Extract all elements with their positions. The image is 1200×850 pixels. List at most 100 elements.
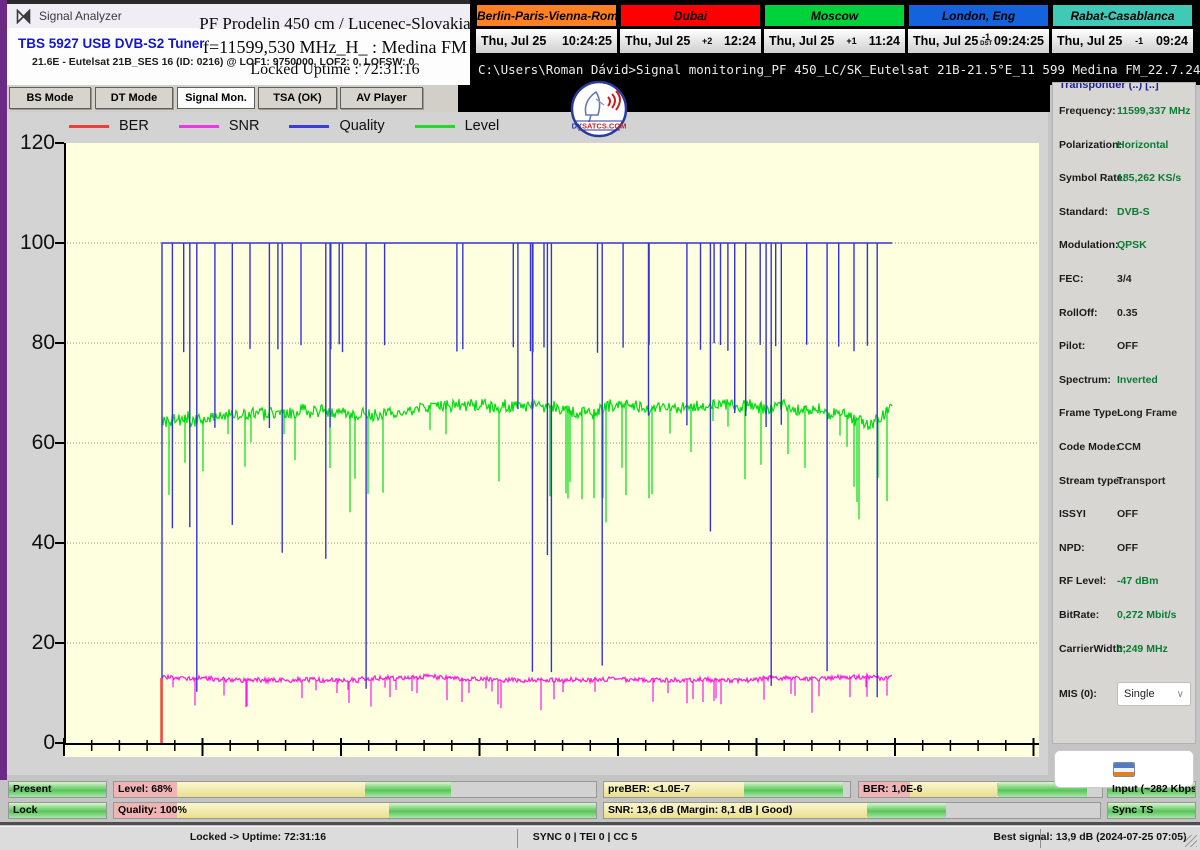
dxsatcs-logo: DXSATCS.COM	[569, 79, 629, 139]
chevron-down-icon: ∨	[1176, 688, 1184, 700]
window-title: Signal Analyzer	[39, 9, 122, 23]
chart-plot-area	[55, 142, 1039, 757]
svg-text:DXSATCS.COM: DXSATCS.COM	[572, 122, 627, 131]
bar-segment-green	[744, 782, 843, 797]
transponder-row-value: 0,272 Mbit/s	[1117, 608, 1177, 621]
transponder-panel: Transponder (..) [..] Frequency: 11599,33…	[1052, 82, 1196, 744]
clock-dubai: Dubai Thu, Jul 25 +2 12:24	[620, 4, 761, 53]
transponder-row-label: Pilot:	[1059, 340, 1086, 353]
transponder-row: RollOff: 0.35	[1059, 298, 1195, 332]
bar-segment-yellow	[176, 803, 389, 818]
transponder-row: CarrierWidth: 0,249 MHz	[1059, 634, 1195, 668]
transponder-row: BitRate: 0,272 Mbit/s	[1059, 600, 1195, 634]
transponder-rows: Frequency: 11599,337 MHz Polarization: Hori…	[1059, 96, 1195, 667]
bar-preber: preBER: <1.0E-7	[603, 781, 851, 798]
clock-time-row: Thu, Jul 25 +2 12:24	[620, 29, 761, 53]
bar-snr: SNR: 13,6 dB (Margin: 8,1 dB | Good)	[603, 802, 1101, 819]
bar-segment-green	[364, 782, 452, 797]
clock-date: Thu, Jul 25	[769, 34, 835, 48]
clock-london-eng: London, Eng Thu, Jul 25 -1 DST 09:24:25	[908, 4, 1049, 53]
mis-row: MIS (0): Single ∨	[1059, 675, 1195, 719]
transponder-row: Frequency: 11599,337 MHz	[1059, 96, 1195, 130]
clock-time-row: Thu, Jul 25 10:24:25	[476, 29, 617, 53]
transponder-row-label: Standard:	[1059, 205, 1109, 218]
clock-city-label: Dubai	[620, 4, 761, 27]
clock-berlin-paris-vienna-roma: Berlin-Paris-Vienna-Roma Thu, Jul 25 10:24…	[476, 4, 617, 53]
transponder-row-label: Spectrum:	[1059, 373, 1111, 386]
clock-terminal-panel: Berlin-Paris-Vienna-Roma Thu, Jul 25 10:24…	[470, 0, 1200, 85]
signal-analyzer-window: Berlin-Paris-Vienna-Roma Thu, Jul 25 10:24…	[0, 0, 1200, 850]
transponder-row-value: 0.35	[1117, 306, 1138, 319]
transponder-row-label: Frame Type:	[1059, 407, 1121, 420]
antenna-location-line: PF Prodelin 450 cm / Lucenec-Slovakia	[199, 14, 471, 33]
resize-grip[interactable]	[1185, 835, 1197, 847]
legend-swatch	[414, 124, 455, 128]
transponder-row: FEC: 3/4	[1059, 264, 1195, 298]
transponder-row-label: FEC:	[1059, 272, 1084, 285]
tab-bs-mode[interactable]: BS Mode	[9, 87, 91, 109]
legend-swatch	[178, 124, 219, 128]
legend-item-quality: Quality	[289, 118, 385, 134]
transponder-row: Stream type: Transport	[1059, 466, 1195, 500]
bar-label: preBER: <1.0E-7	[608, 783, 690, 795]
transponder-row-label: NPD:	[1059, 541, 1085, 554]
transponder-row-label: Frequency:	[1059, 105, 1116, 117]
clock-utc-offset: +1	[846, 35, 857, 46]
transponder-row: NPD: OFF	[1059, 533, 1195, 567]
mis-label: MIS (0):	[1059, 688, 1097, 701]
chart-legend: BER SNR Quality Level	[69, 118, 499, 134]
statusbar: Locked -> Uptime: 72:31:16 SYNC 0 | TEI …	[0, 826, 1200, 850]
transponder-row-value: Inverted	[1117, 373, 1158, 386]
legend-item-level: Level	[414, 118, 500, 134]
clock-date: Thu, Jul 25	[1057, 34, 1123, 48]
legend-label: SNR	[228, 118, 260, 134]
transponder-row-label: Modulation:	[1059, 239, 1119, 252]
bar-label: Sync TS	[1112, 804, 1154, 816]
transponder-row-value: 3/4	[1117, 272, 1132, 285]
bar-input-kbps-: Input (~282 Kbps)	[1107, 781, 1196, 798]
transponder-row: Frame Type: Long Frame	[1059, 398, 1195, 432]
mis-dropdown[interactable]: Single ∨	[1117, 682, 1191, 707]
tab-av-player[interactable]: AV Player	[340, 87, 423, 109]
clock-time-row: Thu, Jul 25 +1 11:24	[764, 29, 905, 53]
clock-time-value: 09:24:25	[993, 34, 1044, 48]
transponder-row-value: 0,249 MHz	[1117, 642, 1168, 655]
y-axis-label: 20	[31, 631, 55, 654]
bar-label: Present	[13, 783, 52, 795]
legend-label: Level	[464, 118, 500, 134]
y-axis-label: 80	[31, 331, 55, 354]
tab-tsa-ok-[interactable]: TSA (OK)	[258, 87, 337, 109]
transponder-row-value: Horizontal	[1117, 138, 1169, 151]
world-clocks: Berlin-Paris-Vienna-Roma Thu, Jul 25 10:24…	[476, 4, 1193, 53]
tab-signal-mon-[interactable]: Signal Mon.	[177, 87, 255, 109]
legend-item-snr: SNR	[178, 118, 260, 134]
clock-city-label: Rabat-Casablanca	[1052, 4, 1193, 27]
clock-time-value: 12:24	[724, 34, 756, 48]
tab-dt-mode[interactable]: DT Mode	[95, 87, 173, 109]
transponder-row: RF Level: -47 dBm	[1059, 566, 1195, 600]
clock-time-value: 10:24:25	[561, 34, 612, 48]
bar-label: SNR: 13,6 dB (Margin: 8,1 dB | Good)	[608, 804, 793, 816]
statusbar-uptime: Locked -> Uptime: 72:31:16	[189, 831, 327, 843]
transponder-row: Modulation: QPSK	[1059, 230, 1195, 264]
y-axis-label: 120	[19, 131, 55, 154]
transponder-row-value: OFF	[1117, 541, 1138, 554]
bar-quality: Quality: 100%	[113, 802, 597, 819]
bar-segment-gray	[946, 803, 1100, 818]
transponder-row-value: CCM	[1117, 440, 1141, 453]
transponder-row-value: OFF	[1117, 340, 1138, 353]
transponder-row: Spectrum: Inverted	[1059, 365, 1195, 399]
transponder-row: ISSYI OFF	[1059, 499, 1195, 533]
bar-segment-green	[866, 803, 947, 818]
clock-date: Thu, Jul 25	[913, 34, 979, 48]
signal-monitor-chart: BER SNR Quality Level 0 20 40 60 80 100 120	[7, 112, 1048, 775]
clock-time-row: Thu, Jul 25 -1 DST 09:24:25	[908, 29, 1049, 53]
tuner-name: TBS 5927 USB DVB-S2 Tuner	[18, 36, 205, 51]
transponder-row: Standard: DVB-S	[1059, 197, 1195, 231]
clock-moscow: Moscow Thu, Jul 25 +1 11:24	[764, 4, 905, 53]
statusbar-sync-counters: SYNC 0 | TEI 0 | CC 5	[532, 831, 638, 843]
header-black-strip	[458, 85, 1050, 112]
transponder-row-label: CarrierWidth:	[1059, 642, 1126, 655]
transponder-row: Polarization: Horizontal	[1059, 130, 1195, 164]
bar-label: Quality: 100%	[118, 804, 187, 816]
